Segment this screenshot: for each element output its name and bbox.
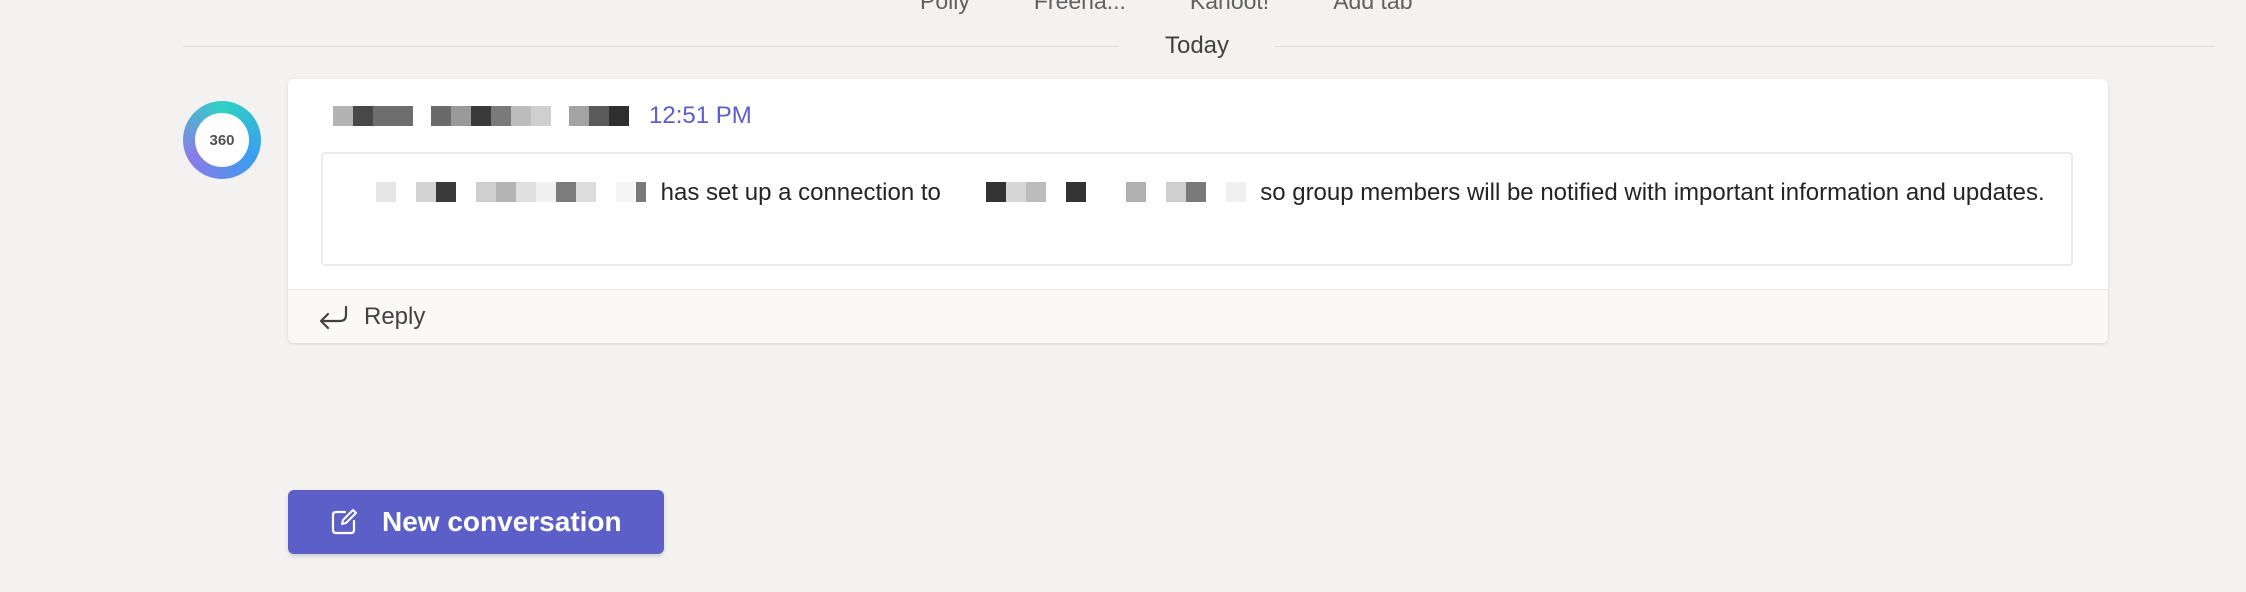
compose-icon <box>331 509 357 535</box>
redacted-user-name <box>356 182 646 202</box>
channel-tabs: Polly Freena... Kahoot! Add tab <box>920 0 1413 15</box>
redacted-sender-name <box>333 106 413 126</box>
date-divider-label: Today <box>1164 32 1230 59</box>
new-conversation-button[interactable]: New conversation <box>288 490 664 554</box>
avatar[interactable]: 360 <box>183 101 261 179</box>
connector-notice-card: has set up a connection to so group memb… <box>321 152 2073 266</box>
message-card: 12:51 PM has set up a connection to so g… <box>288 79 2108 343</box>
redacted-sender-name-2 <box>431 106 551 126</box>
date-divider-left-line <box>183 46 1119 47</box>
reply-label: Reply <box>364 302 426 330</box>
tab-kahoot[interactable]: Kahoot! <box>1190 0 1269 15</box>
message-header: 12:51 PM <box>333 101 752 131</box>
redacted-sender-name-3 <box>569 106 629 126</box>
avatar-label: 360 <box>195 113 249 167</box>
reply-arrow-icon <box>319 305 348 329</box>
reply-button[interactable]: Reply <box>288 289 2108 343</box>
redacted-connector-name <box>985 182 1246 202</box>
date-divider-right-line <box>1275 46 2215 47</box>
message-text-part-2: so group members will be notified with i… <box>1253 179 2045 206</box>
tab-freena[interactable]: Freena... <box>1034 0 1126 15</box>
new-conversation-label: New conversation <box>382 506 622 537</box>
message-body: has set up a connection to so group memb… <box>356 178 2056 208</box>
message-timestamp: 12:51 PM <box>649 102 752 129</box>
message-text-part-1: has set up a connection to <box>654 179 948 206</box>
tab-add[interactable]: Add tab <box>1333 0 1412 15</box>
tab-polly[interactable]: Polly <box>920 0 970 15</box>
